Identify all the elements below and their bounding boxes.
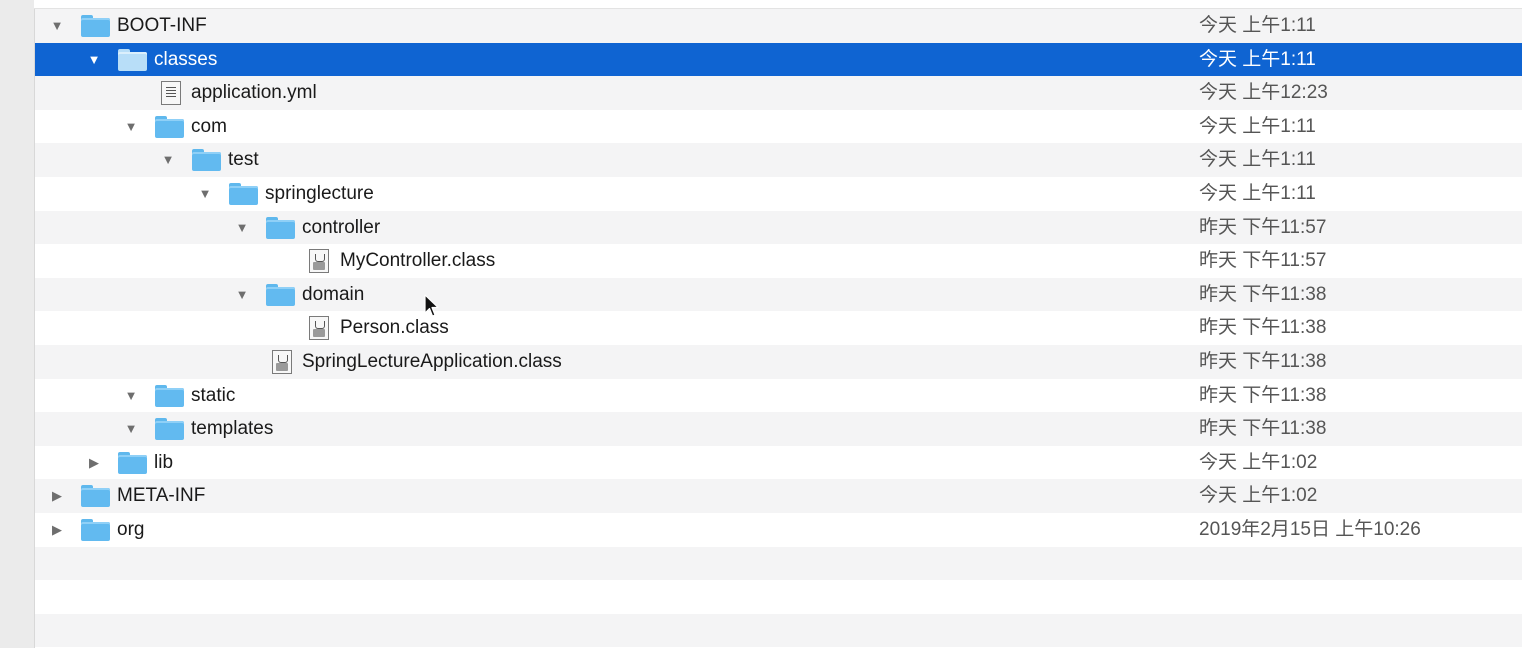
- list-row-test[interactable]: ▼ test 今天 上午1:11: [35, 143, 1522, 177]
- java-class-file-icon: [272, 349, 292, 374]
- folder-icon: [155, 115, 184, 138]
- list-row-boot-inf[interactable]: ▼ BOOT-INF 今天 上午1:11: [35, 9, 1522, 43]
- disclosure-expanded-icon[interactable]: ▼: [232, 211, 252, 245]
- file-list: ▼ BOOT-INF 今天 上午1:11 ▼ classes 今天 上午1:11…: [35, 9, 1522, 648]
- row-date: 今天 上午1:11: [1199, 115, 1316, 137]
- list-row-springlecture[interactable]: ▼ springlecture 今天 上午1:11: [35, 177, 1522, 211]
- row-date: 昨天 下午11:38: [1199, 283, 1327, 305]
- row-name: controller: [302, 216, 381, 238]
- list-row-classes[interactable]: ▼ classes 今天 上午1:11: [35, 42, 1522, 77]
- list-row-controller[interactable]: ▼ controller 昨天 下午11:57: [35, 210, 1522, 245]
- list-row-lib[interactable]: ▶ lib 今天 上午1:02: [35, 446, 1522, 480]
- disclosure-collapsed-icon[interactable]: ▶: [47, 479, 67, 513]
- list-row-templates[interactable]: ▼ templates 昨天 下午11:38: [35, 412, 1522, 446]
- row-name: test: [228, 149, 259, 171]
- empty-row: [35, 613, 1522, 648]
- row-date: 昨天 下午11:57: [1199, 250, 1327, 272]
- row-date: 昨天 下午11:38: [1199, 384, 1327, 406]
- folder-icon: [81, 485, 110, 508]
- row-name: META-INF: [117, 485, 206, 507]
- list-row-com[interactable]: ▼ com 今天 上午1:11: [35, 110, 1522, 144]
- row-name: org: [117, 518, 145, 540]
- folder-icon: [118, 451, 147, 474]
- empty-row: [35, 546, 1522, 581]
- java-class-file-icon: [309, 316, 329, 341]
- java-class-file-icon: [309, 249, 329, 274]
- row-name: springlecture: [265, 182, 374, 204]
- folder-icon: [229, 182, 258, 205]
- list-row-application-yml[interactable]: application.yml 今天 上午12:23: [35, 76, 1522, 110]
- sidebar-edge: [0, 0, 35, 648]
- row-name: MyController.class: [340, 250, 496, 272]
- row-date: 今天 上午1:02: [1199, 485, 1318, 507]
- row-date: 今天 上午1:11: [1199, 182, 1316, 204]
- row-date: 今天 上午12:23: [1199, 82, 1328, 104]
- row-name: BOOT-INF: [117, 15, 207, 36]
- mouse-pointer-icon: [424, 294, 439, 317]
- folder-icon: [266, 283, 295, 306]
- disclosure-expanded-icon[interactable]: ▼: [47, 9, 67, 43]
- list-row-person-class[interactable]: Person.class 昨天 下午11:38: [35, 311, 1522, 345]
- row-name: SpringLectureApplication.class: [302, 350, 562, 372]
- folder-icon: [192, 149, 221, 172]
- row-date: 今天 上午1:11: [1199, 149, 1316, 171]
- list-row-static[interactable]: ▼ static 昨天 下午11:38: [35, 379, 1522, 413]
- folder-icon: [266, 216, 295, 239]
- row-name: application.yml: [191, 82, 317, 104]
- list-header-edge: [34, 0, 1522, 9]
- folder-icon: [81, 15, 110, 37]
- row-name: com: [191, 115, 227, 137]
- row-date: 今天 上午1:02: [1199, 451, 1318, 473]
- folder-icon: [118, 48, 147, 71]
- row-date: 昨天 下午11:57: [1199, 216, 1327, 238]
- row-date: 昨天 下午11:38: [1199, 317, 1327, 339]
- empty-row: [35, 580, 1522, 614]
- disclosure-expanded-icon[interactable]: ▼: [232, 278, 252, 312]
- row-name: classes: [154, 48, 218, 70]
- document-icon: [161, 81, 181, 106]
- folder-icon: [155, 418, 184, 441]
- row-date: 今天 上午1:11: [1199, 15, 1316, 36]
- disclosure-expanded-icon[interactable]: ▼: [158, 143, 178, 177]
- row-date: 昨天 下午11:38: [1199, 418, 1327, 440]
- row-date: 2019年2月15日 上午10:26: [1199, 518, 1421, 540]
- list-row-org[interactable]: ▶ org 2019年2月15日 上午10:26: [35, 513, 1522, 547]
- row-name: static: [191, 384, 236, 406]
- list-row-domain[interactable]: ▼ domain 昨天 下午11:38: [35, 277, 1522, 312]
- list-row-meta-inf[interactable]: ▶ META-INF 今天 上午1:02: [35, 479, 1522, 513]
- disclosure-expanded-icon[interactable]: ▼: [121, 412, 141, 446]
- row-date: 今天 上午1:11: [1199, 48, 1316, 70]
- list-row-mycontroller-class[interactable]: MyController.class 昨天 下午11:57: [35, 244, 1522, 278]
- disclosure-expanded-icon[interactable]: ▼: [84, 43, 104, 77]
- disclosure-collapsed-icon[interactable]: ▶: [84, 446, 104, 480]
- disclosure-collapsed-icon[interactable]: ▶: [47, 513, 67, 547]
- folder-icon: [81, 518, 110, 541]
- folder-icon: [155, 384, 184, 407]
- row-date: 昨天 下午11:38: [1199, 350, 1327, 372]
- list-row-springlectureapplication-class[interactable]: SpringLectureApplication.class 昨天 下午11:3…: [35, 344, 1522, 379]
- row-name: lib: [154, 451, 174, 473]
- disclosure-expanded-icon[interactable]: ▼: [121, 110, 141, 144]
- finder-window: ▼ BOOT-INF 今天 上午1:11 ▼ classes 今天 上午1:11…: [0, 0, 1522, 648]
- disclosure-expanded-icon[interactable]: ▼: [121, 379, 141, 413]
- disclosure-expanded-icon[interactable]: ▼: [195, 177, 215, 211]
- row-name: domain: [302, 283, 365, 305]
- row-name: templates: [191, 418, 274, 440]
